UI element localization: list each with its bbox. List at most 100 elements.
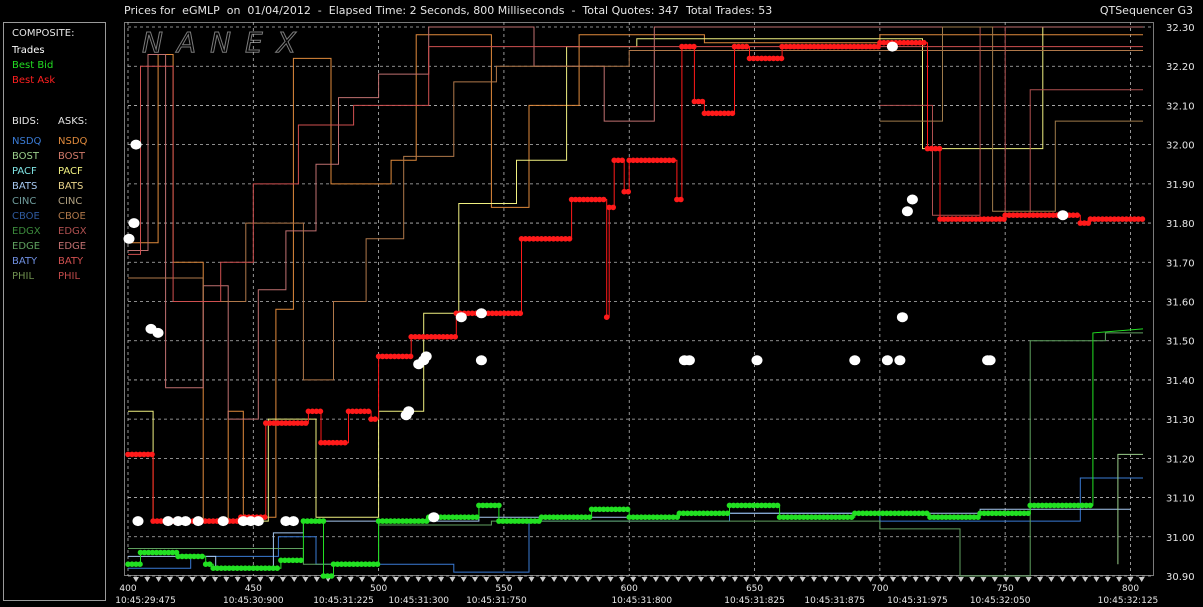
trade-marker <box>132 516 144 527</box>
exchange-ask-line <box>128 46 1143 302</box>
tick-marker <box>528 577 535 582</box>
best-bid-marker <box>624 506 631 513</box>
best-ask-marker <box>670 157 676 164</box>
tick-marker <box>1037 577 1043 582</box>
tick-marker <box>969 577 976 582</box>
tick-marker <box>754 577 761 582</box>
tick-marker <box>698 577 704 582</box>
trade-marker <box>886 41 898 52</box>
best-ask-marker <box>452 334 459 340</box>
trade-marker <box>984 355 996 366</box>
tick-marker <box>494 577 501 582</box>
tick-marker <box>483 577 490 582</box>
tick-marker <box>539 577 546 582</box>
trade-marker <box>751 355 763 366</box>
tick-marker <box>460 577 467 582</box>
tick-marker <box>991 577 998 582</box>
y-tick-label: 31.70 <box>1166 258 1195 269</box>
tick-marker <box>133 577 139 582</box>
tick-marker <box>347 577 354 582</box>
best-bid-marker <box>496 502 502 509</box>
tick-marker <box>562 577 569 582</box>
tick-marker <box>618 577 625 582</box>
y-tick-label: 32.30 <box>1166 23 1195 34</box>
best-bid-marker <box>586 514 593 520</box>
best-ask-line <box>128 42 1143 522</box>
y-tick-label: 31.50 <box>1166 337 1195 348</box>
tick-marker <box>166 577 173 582</box>
tick-marker <box>957 577 964 582</box>
x-tick-label: 650 <box>746 584 763 594</box>
y-tick-label: 31.30 <box>1166 415 1195 426</box>
tick-marker <box>359 577 365 582</box>
y-tick-label: 31.60 <box>1166 298 1195 309</box>
time-label: 10:45:31:225 <box>313 596 374 606</box>
x-tick-label: 400 <box>119 584 136 594</box>
tick-marker <box>777 577 784 582</box>
best-bid-marker <box>137 561 143 567</box>
time-label: 10:45:32:050 <box>970 596 1031 606</box>
best-ask-marker <box>743 43 750 50</box>
tick-marker <box>189 577 196 582</box>
best-bid-marker <box>473 514 480 520</box>
trade-marker <box>475 355 487 366</box>
best-bid-marker <box>328 573 335 579</box>
tick-marker <box>404 577 411 582</box>
y-tick-label: 31.90 <box>1166 180 1195 191</box>
best-bid-marker <box>774 502 781 509</box>
tick-marker <box>1093 577 1100 582</box>
tick-marker <box>178 577 185 582</box>
exchange-ask-line <box>128 50 1143 381</box>
tick-marker <box>585 577 591 582</box>
price-chart: NANEX30.9031.0031.1031.2031.3031.4031.50… <box>115 22 1195 606</box>
x-tick-label: 500 <box>370 584 387 594</box>
best-bid-marker <box>1025 510 1031 517</box>
tick-marker <box>856 577 863 582</box>
best-ask-marker <box>699 98 706 105</box>
best-ask-marker <box>342 439 348 446</box>
best-bid-line <box>128 328 1144 577</box>
tick-marker <box>652 577 659 582</box>
tick-marker <box>935 577 942 582</box>
tick-marker <box>212 577 219 582</box>
trade-marker <box>475 308 487 319</box>
best-ask-marker <box>303 420 309 426</box>
best-ask-marker <box>566 236 573 242</box>
tick-marker <box>1025 577 1032 582</box>
tick-marker <box>980 577 987 582</box>
best-ask-marker <box>691 43 697 50</box>
tick-marker <box>743 577 750 582</box>
x-tick-label: 700 <box>871 584 888 594</box>
tick-marker <box>811 577 817 582</box>
tick-marker <box>1048 577 1055 582</box>
tick-marker <box>268 577 275 582</box>
tick-marker <box>144 577 151 582</box>
tick-marker <box>1104 577 1111 582</box>
tick-marker <box>302 577 309 582</box>
time-label: 10:45:31:300 <box>388 596 449 606</box>
exchange-ask-line <box>128 27 1044 522</box>
time-label: 10:45:31:875 <box>804 596 865 606</box>
best-ask-marker <box>517 310 524 317</box>
tick-marker <box>878 577 885 582</box>
trade-marker <box>906 194 918 205</box>
best-ask-marker <box>921 39 927 46</box>
trade-marker <box>128 218 140 229</box>
tick-marker <box>505 577 512 582</box>
y-tick-label: 31.00 <box>1166 533 1195 544</box>
tick-marker <box>1070 577 1077 582</box>
best-ask-marker <box>365 408 372 415</box>
trade-marker <box>162 516 174 527</box>
best-ask-marker <box>729 110 736 117</box>
tick-marker <box>1003 577 1010 582</box>
trade-marker <box>420 351 432 362</box>
time-label: 10:45:30:900 <box>223 596 284 606</box>
tick-marker <box>1116 577 1123 582</box>
trade-marker <box>896 312 908 323</box>
tick-marker <box>799 577 806 582</box>
y-tick-label: 31.10 <box>1166 494 1195 505</box>
tick-marker <box>291 577 298 582</box>
trade-marker <box>130 139 142 150</box>
time-label: 10:45:31:800 <box>611 596 672 606</box>
best-ask-marker <box>149 451 155 458</box>
